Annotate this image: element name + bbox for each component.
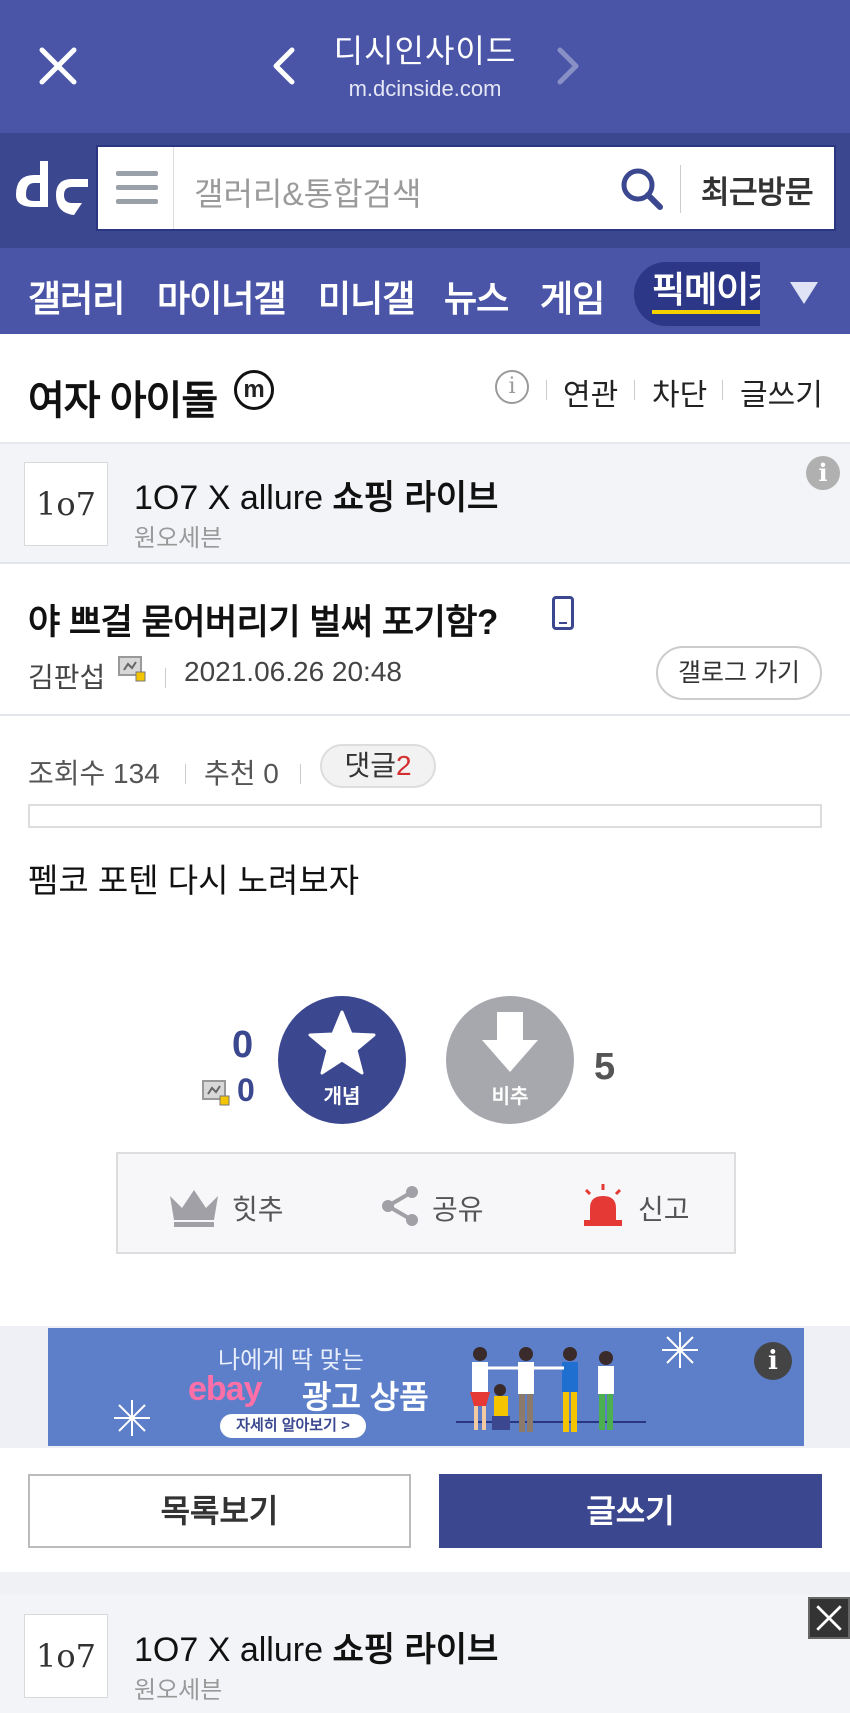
firework-icon [114, 1400, 150, 1436]
report-button[interactable]: 신고 [580, 1184, 690, 1228]
search-input[interactable]: 갤러리&통합검색 [194, 169, 421, 215]
nav-item-mini-gallery[interactable]: 미니갤 [318, 270, 415, 322]
browser-bar: 디시인사이드 m.dcinside.com [0, 0, 850, 133]
write-button[interactable]: 글쓰기 [439, 1474, 822, 1548]
menu-button[interactable] [98, 147, 174, 229]
nav-item-pickmaker-label: 픽메이커 [652, 270, 760, 314]
ad-title: 1O7 X allure 쇼핑 라이브 [134, 470, 498, 519]
siren-icon [584, 1184, 622, 1226]
nav-item-minor-gallery[interactable]: 마이너갤 [157, 270, 286, 322]
gallog-button[interactable]: 갤로그 가기 [656, 646, 822, 700]
link-divider [546, 380, 547, 400]
hit-recommend-button[interactable]: 힛추 [166, 1184, 284, 1228]
post-author[interactable]: 김판섭 [28, 656, 105, 696]
link-divider [722, 380, 723, 400]
downvote-label: 비추 [491, 1086, 529, 1108]
search-divider [680, 165, 681, 213]
nav-expand-icon[interactable] [790, 282, 818, 304]
upvote-label: 개념 [323, 1086, 361, 1108]
site-header: 갤러리&통합검색 최근방문 [0, 133, 850, 248]
browser-url: m.dcinside.com [348, 76, 502, 101]
fixed-upvote-count: 0 [237, 1072, 255, 1108]
ad-info-icon[interactable]: i [806, 456, 840, 490]
post-title: 야 쁘걸 묻어버리기 벌써 포기함? [28, 603, 498, 642]
mobile-icon [552, 596, 574, 630]
post-header: 야 쁘걸 묻어버리기 벌써 포기함? 김판섭 2021.06.26 20:48 … [0, 564, 850, 716]
post-actions: 힛추 공유 신고 [116, 1152, 736, 1254]
stat-divider [300, 764, 301, 784]
banner-brand: ebay [188, 1370, 262, 1408]
hit-label: 힛추 [232, 1194, 284, 1225]
meta-divider [165, 668, 166, 688]
forward-arrow-icon[interactable] [552, 44, 584, 88]
back-arrow-icon[interactable] [268, 44, 300, 88]
search-box: 갤러리&통합검색 최근방문 [96, 145, 836, 231]
nav-item-game[interactable]: 게임 [540, 270, 605, 322]
close-icon[interactable] [36, 44, 80, 88]
main-nav: 갤러리 마이너갤 미니갤 뉴스 게임 픽메이커 [0, 248, 850, 334]
section-gap [0, 1572, 850, 1594]
share-icon [382, 1186, 418, 1226]
ebay-ad-banner[interactable]: 나에게 딱 맞는 ebay 광고 상품 자세히 알아보기 > i [48, 1328, 804, 1446]
downvote-count: 5 [594, 1046, 616, 1088]
search-icon[interactable] [618, 165, 666, 213]
banner-info-icon[interactable]: i [754, 1342, 792, 1380]
info-icon[interactable]: i [495, 370, 529, 404]
ad-title-bold: 쇼핑 라이브 [332, 1631, 499, 1669]
nav-item-gallery[interactable]: 갤러리 [28, 270, 125, 322]
comment-count: 2 [395, 750, 412, 781]
browser-title: 디시인사이드 [333, 33, 517, 69]
ad-title-plain: 1O7 X allure [134, 479, 333, 517]
ad-title-plain: 1O7 X allure [134, 1631, 333, 1669]
recent-visits-button[interactable]: 최근방문 [701, 167, 814, 212]
recommend-count: 추천 0 [204, 758, 279, 789]
fixed-nick-badge-icon [202, 1080, 230, 1106]
ad-banner-top[interactable]: 1o7 1O7 X allure 쇼핑 라이브 원오세븐 [0, 444, 850, 564]
upvote-count: 0 [232, 1024, 254, 1066]
share-label: 공유 [432, 1194, 484, 1225]
stat-divider [185, 764, 186, 784]
banner-headline: 광고 상품 [302, 1379, 429, 1415]
ad-banner-bottom[interactable]: 1o7 1O7 X allure 쇼핑 라이브 원오세븐 [0, 1594, 850, 1713]
ad-close-icon[interactable] [808, 1597, 850, 1639]
post-date: 2021.06.26 20:48 [184, 656, 402, 687]
list-button[interactable]: 목록보기 [28, 1474, 411, 1548]
dc-logo-icon[interactable] [12, 155, 92, 225]
star-icon [308, 1010, 376, 1075]
ad-subtitle: 원오세븐 [134, 525, 223, 552]
firework-icon [662, 1332, 698, 1368]
upvote-button[interactable]: 개념 [278, 996, 406, 1124]
nav-item-news[interactable]: 뉴스 [444, 270, 509, 322]
view-count: 조회수 134 [28, 758, 160, 789]
comment-button[interactable]: 댓글2 [320, 744, 436, 788]
comment-label: 댓글 [344, 750, 396, 781]
nav-item-pickmaker[interactable]: 픽메이커 [634, 262, 760, 326]
gallery-header: 여자 아이돌 m i 연관 차단 글쓰기 [0, 334, 850, 444]
downvote-button[interactable]: 비추 [446, 996, 574, 1124]
ad-banner-wrap: 나에게 딱 맞는 ebay 광고 상품 자세히 알아보기 > i [0, 1326, 850, 1448]
write-link[interactable]: 글쓰기 [740, 370, 823, 414]
link-divider [634, 380, 635, 400]
fixed-nick-badge-icon [118, 656, 146, 682]
post-stats: 조회수 134 추천 0 댓글2 [0, 716, 850, 836]
banner-cta[interactable]: 자세히 알아보기 > [220, 1414, 366, 1438]
related-link[interactable]: 연관 [563, 370, 618, 414]
block-link[interactable]: 차단 [652, 370, 707, 414]
people-illustration [456, 1347, 646, 1432]
ad-logo: 1o7 [24, 462, 108, 546]
crown-icon [170, 1190, 218, 1227]
ad-title: 1O7 X allure 쇼핑 라이브 [134, 1622, 498, 1671]
empty-bar [28, 804, 822, 828]
gallery-title[interactable]: 여자 아이돌 [28, 368, 218, 426]
share-button[interactable]: 공유 [378, 1184, 484, 1228]
down-arrow-icon [482, 1012, 538, 1072]
post-body: 펨코 포텐 다시 노려보자 [28, 862, 360, 899]
minor-gallery-badge: m [234, 370, 274, 410]
ad-title-bold: 쇼핑 라이브 [332, 479, 499, 517]
report-label: 신고 [638, 1194, 690, 1225]
ad-logo: 1o7 [24, 1614, 108, 1698]
ad-subtitle: 원오세븐 [134, 1677, 223, 1704]
